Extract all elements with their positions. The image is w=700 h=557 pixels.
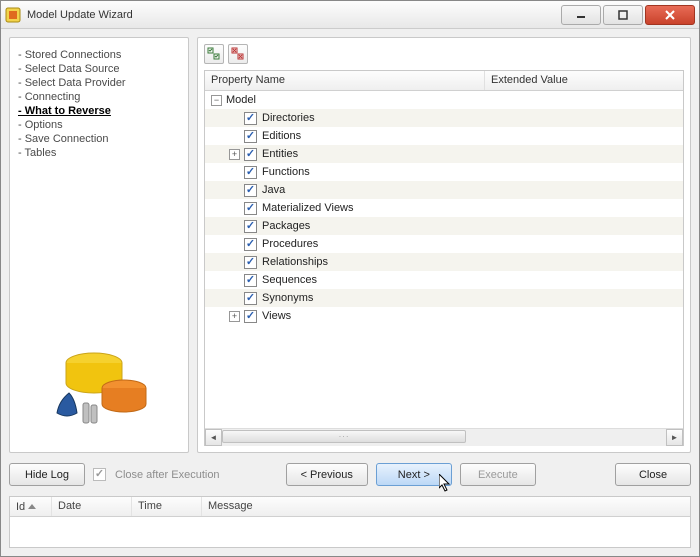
close-button[interactable]: Close xyxy=(615,463,691,486)
close-after-execution-checkbox: Close after Execution xyxy=(93,468,220,481)
sidebar-illustration xyxy=(39,333,159,436)
tree-row[interactable]: Functions xyxy=(205,163,683,181)
tree-label: Packages xyxy=(262,220,310,232)
button-bar: Hide Log Close after Execution < Previou… xyxy=(9,459,691,490)
tree-row[interactable]: + Entities xyxy=(205,145,683,163)
tree-row[interactable]: Relationships xyxy=(205,253,683,271)
wizard-step[interactable]: - Connecting xyxy=(18,90,180,104)
tree-label: Functions xyxy=(262,166,310,178)
tree-label: Procedures xyxy=(262,238,318,250)
previous-button[interactable]: < Previous xyxy=(286,463,368,486)
cursor-icon xyxy=(439,474,455,494)
minimize-button[interactable] xyxy=(561,5,601,25)
log-col-id[interactable]: Id xyxy=(10,497,52,516)
column-extended-value[interactable]: Extended Value xyxy=(485,71,574,90)
checkbox[interactable] xyxy=(244,292,257,305)
tree-row[interactable]: Packages xyxy=(205,217,683,235)
wizard-sidebar: - Stored Connections- Select Data Source… xyxy=(9,37,189,453)
checkbox[interactable] xyxy=(244,148,257,161)
log-col-message[interactable]: Message xyxy=(202,497,690,516)
tree-label: Editions xyxy=(262,130,301,142)
checkbox-icon xyxy=(93,468,106,481)
expand-toggle[interactable]: + xyxy=(229,311,240,322)
tree-label: Materialized Views xyxy=(262,202,354,214)
checkbox[interactable] xyxy=(244,184,257,197)
checkbox[interactable] xyxy=(244,238,257,251)
scroll-right-arrow[interactable]: ► xyxy=(666,429,683,446)
checkbox[interactable] xyxy=(244,274,257,287)
wizard-step[interactable]: - Options xyxy=(18,118,180,132)
tree-label: Directories xyxy=(262,112,315,124)
checkbox[interactable] xyxy=(244,220,257,233)
main-panel: Property Name Extended Value −Model Direc… xyxy=(197,37,691,453)
window-title: Model Update Wizard xyxy=(27,9,133,21)
close-window-button[interactable] xyxy=(645,5,695,25)
tree-label: Views xyxy=(262,310,291,322)
titlebar[interactable]: Model Update Wizard xyxy=(1,1,699,29)
tree-label: Sequences xyxy=(262,274,317,286)
check-all-button[interactable] xyxy=(204,44,224,64)
log-col-date[interactable]: Date xyxy=(52,497,132,516)
tree-label: Java xyxy=(262,184,285,196)
tree-label: Entities xyxy=(262,148,298,160)
column-property-name[interactable]: Property Name xyxy=(205,71,485,90)
wizard-window: Model Update Wizard - Stored Connections… xyxy=(0,0,700,557)
scroll-left-arrow[interactable]: ◄ xyxy=(205,429,222,446)
tree-row[interactable]: Synonyms xyxy=(205,289,683,307)
checkbox[interactable] xyxy=(244,112,257,125)
wizard-step[interactable]: - Save Connection xyxy=(18,132,180,146)
checkbox[interactable] xyxy=(244,130,257,143)
wizard-step[interactable]: - Tables xyxy=(18,146,180,160)
tree-row[interactable]: Directories xyxy=(205,109,683,127)
expand-toggle[interactable]: − xyxy=(211,95,222,106)
wizard-step[interactable]: - Select Data Provider xyxy=(18,76,180,90)
property-tree: Property Name Extended Value −Model Direc… xyxy=(204,70,684,446)
uncheck-all-button[interactable] xyxy=(228,44,248,64)
next-button[interactable]: Next > xyxy=(376,463,452,486)
scroll-thumb[interactable]: ··· xyxy=(222,430,466,443)
app-icon xyxy=(5,7,21,23)
tree-row[interactable]: + Views xyxy=(205,307,683,325)
tree-row[interactable]: Procedures xyxy=(205,235,683,253)
log-col-time[interactable]: Time xyxy=(132,497,202,516)
tree-label: Model xyxy=(226,94,256,106)
tree-row[interactable]: −Model xyxy=(205,91,683,109)
execute-button: Execute xyxy=(460,463,536,486)
tree-row[interactable]: Java xyxy=(205,181,683,199)
hide-log-button[interactable]: Hide Log xyxy=(9,463,85,486)
checkbox[interactable] xyxy=(244,202,257,215)
sort-asc-icon xyxy=(28,504,36,509)
checkbox[interactable] xyxy=(244,166,257,179)
wizard-step[interactable]: - What to Reverse xyxy=(18,104,180,118)
maximize-button[interactable] xyxy=(603,5,643,25)
checkbox[interactable] xyxy=(244,256,257,269)
horizontal-scrollbar[interactable]: ◄ ··· ► xyxy=(205,428,683,445)
tree-row[interactable]: Materialized Views xyxy=(205,199,683,217)
checkbox[interactable] xyxy=(244,310,257,323)
tree-row[interactable]: Editions xyxy=(205,127,683,145)
tree-body[interactable]: −Model Directories Editions + Entities Functi… xyxy=(205,91,683,428)
tree-row[interactable]: Sequences xyxy=(205,271,683,289)
wizard-step[interactable]: - Select Data Source xyxy=(18,62,180,76)
tree-label: Relationships xyxy=(262,256,328,268)
log-panel: Id Date Time Message xyxy=(9,496,691,548)
expand-toggle[interactable]: + xyxy=(229,149,240,160)
wizard-step[interactable]: - Stored Connections xyxy=(18,48,180,62)
tree-label: Synonyms xyxy=(262,292,313,304)
